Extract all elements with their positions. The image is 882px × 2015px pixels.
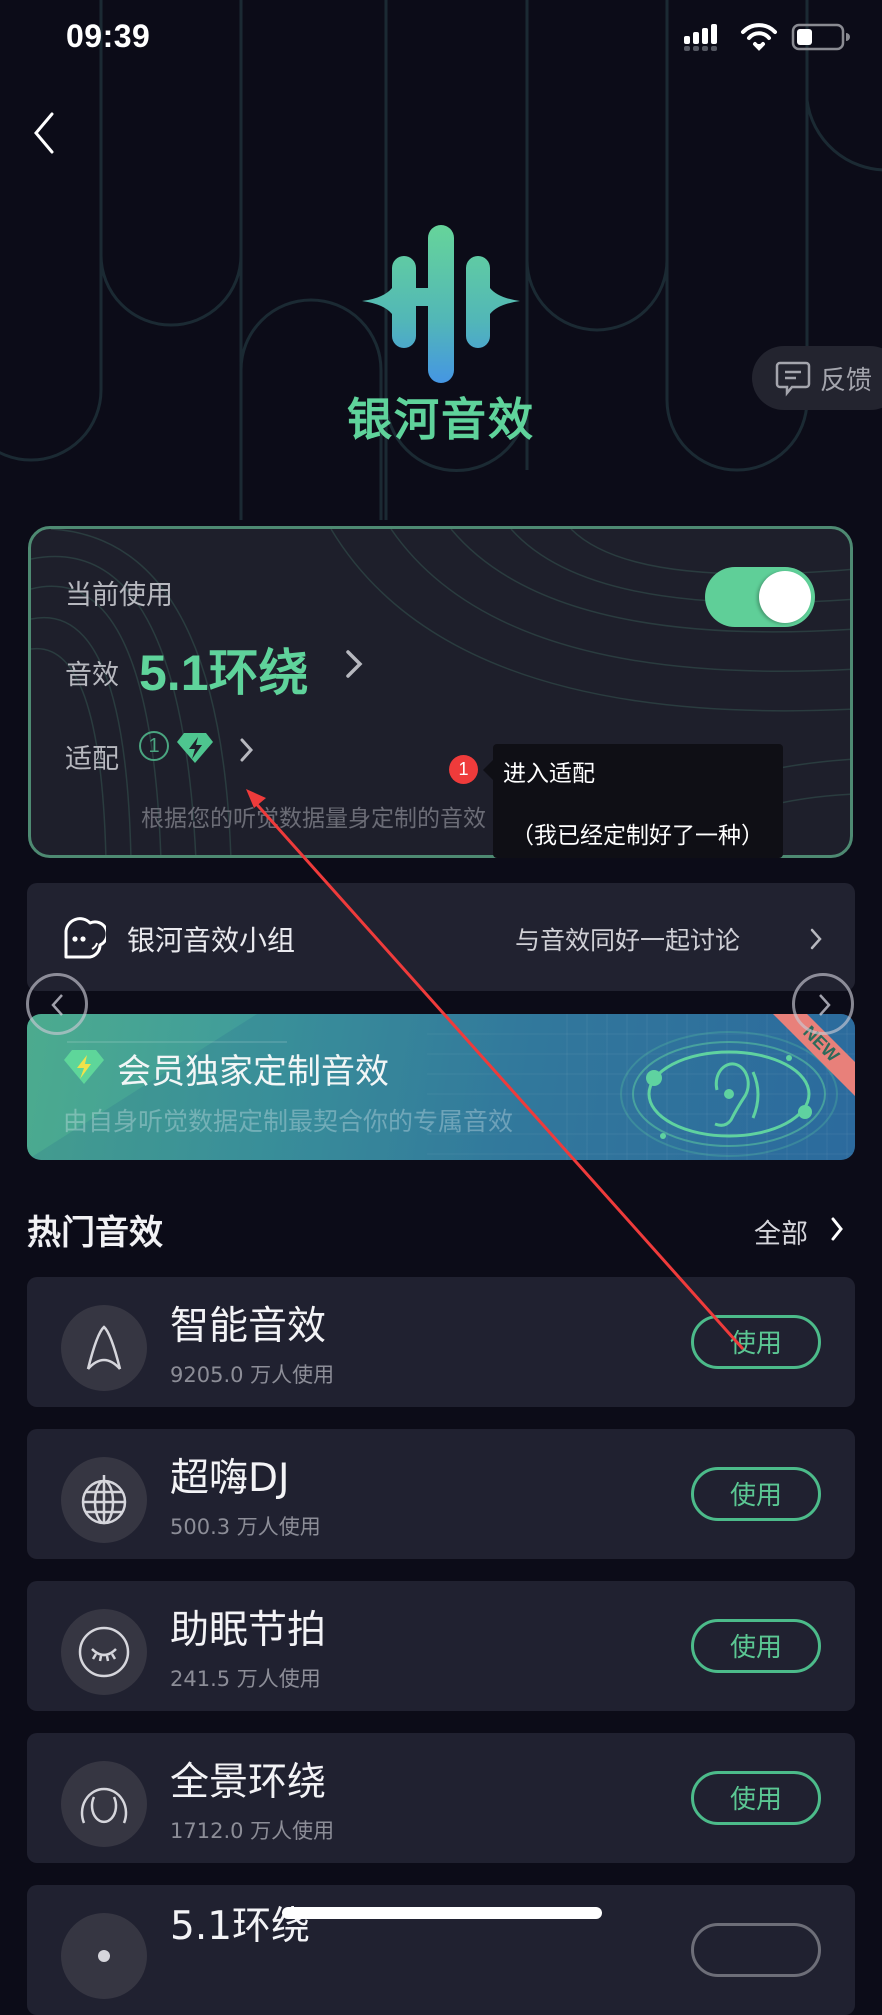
effect-title: 全景环绕	[170, 1760, 327, 1805]
list-item[interactable]: 超嗨DJ 500.3 万人使用 使用	[27, 1429, 855, 1559]
use-button[interactable]: 使用	[691, 1619, 821, 1673]
vip-gem-icon	[64, 1050, 104, 1084]
chevron-left-icon	[51, 994, 63, 1016]
effect-avatar	[61, 1457, 147, 1543]
back-chevron-icon[interactable]	[26, 110, 62, 156]
effect-title: 超嗨DJ	[170, 1456, 290, 1501]
effect-avatar	[61, 1913, 147, 1999]
surround-51-icon	[98, 1950, 110, 1962]
effect-user-count: 1712.0 万人使用	[170, 1819, 335, 1843]
effect-title: 助眠节拍	[170, 1608, 327, 1653]
toggle-knob	[759, 571, 811, 623]
group-title: 银河音效小组	[127, 924, 296, 957]
wifi-icon	[741, 23, 777, 51]
section-title: 热门音效	[27, 1213, 163, 1253]
list-item[interactable]: 助眠节拍 241.5 万人使用 使用	[27, 1581, 855, 1711]
adapt-chevron-right-icon[interactable]	[239, 737, 255, 763]
use-button[interactable]: 使用	[691, 1771, 821, 1825]
effect-avatar	[61, 1609, 147, 1695]
use-button[interactable]: 使用	[691, 1315, 821, 1369]
vip-gem-icon	[177, 733, 213, 763]
letter-a-icon	[86, 1325, 122, 1370]
effect-user-count: 241.5 万人使用	[170, 1667, 321, 1691]
status-time: 09:39	[66, 18, 151, 54]
cellular-signal-icon	[684, 24, 717, 51]
annotation-tooltip: 进入适配 （我已经定制好了一种）	[483, 744, 783, 858]
chevron-right-icon	[810, 928, 822, 950]
home-indicator[interactable]	[282, 1907, 602, 1919]
chevron-right-icon[interactable]	[830, 1216, 844, 1242]
effect-avatar	[61, 1305, 147, 1391]
ghost-chat-icon	[64, 917, 106, 959]
list-item[interactable]: 智能音效 9205.0 万人使用 使用	[27, 1277, 855, 1407]
effect-title: 智能音效	[170, 1304, 327, 1349]
sleep-eye-icon	[78, 1626, 130, 1678]
effect-label: 音效	[65, 660, 119, 691]
list-item[interactable]: 5.1环绕	[27, 1885, 855, 2015]
app-logo-icon	[362, 225, 520, 383]
status-icons	[684, 23, 850, 51]
chevron-right-icon[interactable]	[343, 647, 365, 681]
app-name: 银河音效	[346, 393, 535, 446]
surround-arcs-icon	[80, 1787, 128, 1824]
current-use-label: 当前使用	[65, 580, 173, 611]
effect-toggle[interactable]	[705, 567, 815, 627]
banner-title: 会员独家定制音效	[117, 1052, 389, 1092]
see-all-link[interactable]: 全部	[754, 1212, 808, 1251]
disco-ball-icon	[81, 1475, 127, 1525]
carousel-prev-button[interactable]	[26, 973, 88, 1035]
effect-avatar	[61, 1761, 147, 1847]
adapt-label: 适配	[65, 744, 119, 775]
annotation-badge: 1	[449, 755, 478, 784]
effect-user-count: 500.3 万人使用	[170, 1515, 321, 1539]
banner-subtitle: 由自身听觉数据定制最契合你的专属音效	[63, 1107, 514, 1136]
group-subtitle: 与音效同好一起讨论	[515, 926, 741, 955]
vip-banner[interactable]: 会员独家定制音效 由自身听觉数据定制最契合你的专属音效 NEW	[27, 1014, 855, 1160]
use-button[interactable]: 使用	[691, 1467, 821, 1521]
carousel-next-button[interactable]	[792, 973, 854, 1035]
battery-icon	[791, 23, 850, 51]
effect-user-count: 9205.0 万人使用	[170, 1363, 335, 1387]
effect-title: 5.1环绕	[170, 1904, 311, 1949]
adapt-count-badge: 1	[139, 731, 169, 761]
feedback-label: 反馈	[820, 365, 873, 396]
current-effect-value[interactable]: 5.1环绕	[139, 633, 309, 705]
group-row[interactable]: 银河音效小组 与音效同好一起讨论	[27, 883, 855, 991]
annotation-note: （我已经定制好了一种）	[511, 823, 764, 849]
adapt-description: 根据您的听觉数据量身定制的音效	[141, 806, 486, 832]
list-item[interactable]: 全景环绕 1712.0 万人使用 使用	[27, 1733, 855, 1863]
chevron-right-icon	[819, 994, 831, 1016]
annotation-title: 进入适配	[503, 761, 595, 787]
chat-bubble-icon	[775, 361, 811, 397]
feedback-button[interactable]: 反馈	[752, 346, 882, 410]
use-button[interactable]	[691, 1923, 821, 1977]
